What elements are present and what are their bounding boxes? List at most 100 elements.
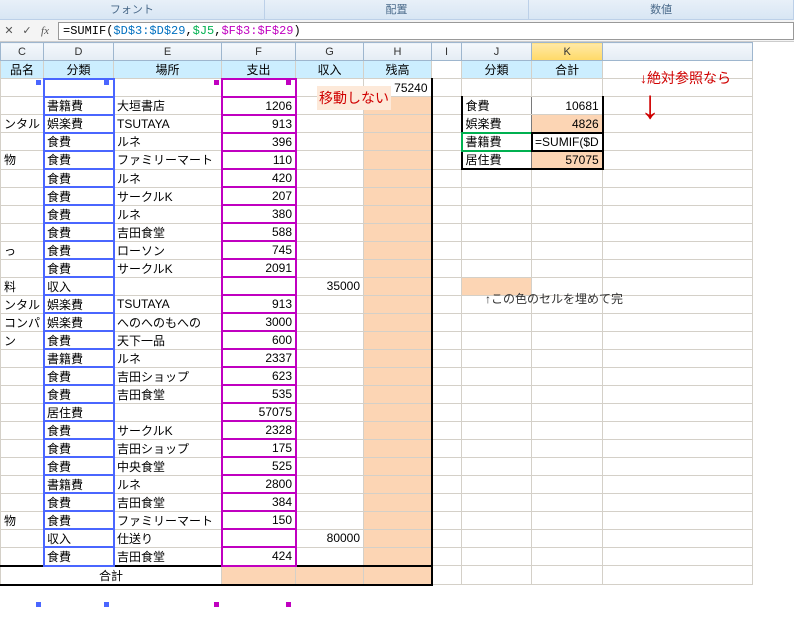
cell[interactable] (364, 349, 432, 367)
cell[interactable]: 2337 (222, 349, 296, 367)
cell[interactable] (1, 547, 44, 566)
cell[interactable]: 書籍費 (44, 475, 114, 493)
cell[interactable] (603, 493, 753, 511)
cell[interactable] (432, 529, 462, 547)
cell[interactable] (462, 493, 532, 511)
cell[interactable] (364, 367, 432, 385)
cell[interactable] (296, 259, 364, 277)
cell[interactable] (364, 205, 432, 223)
selection-handle-icon[interactable] (214, 80, 219, 85)
cell[interactable] (432, 475, 462, 493)
cell[interactable]: 物 (1, 511, 44, 529)
cell[interactable]: 吉田食堂 (114, 493, 222, 511)
cell[interactable] (222, 277, 296, 295)
total-cell[interactable] (222, 566, 296, 585)
cell[interactable]: 食費 (44, 169, 114, 187)
cell[interactable] (432, 277, 462, 295)
cell[interactable] (603, 457, 753, 475)
hdr-sum-category[interactable]: 分類 (462, 61, 532, 79)
hdr-income[interactable]: 収入 (296, 61, 364, 79)
cell[interactable]: 書籍費 (462, 133, 532, 151)
cell[interactable]: 娯楽費 (44, 313, 114, 331)
cell[interactable] (364, 187, 432, 205)
cell[interactable] (532, 205, 603, 223)
cell[interactable] (432, 385, 462, 403)
cell[interactable]: 食費 (44, 547, 114, 566)
cell[interactable]: 吉田ショップ (114, 439, 222, 457)
cell[interactable] (432, 566, 462, 585)
cell[interactable] (1, 421, 44, 439)
formula-cancel-icon[interactable]: ✕ (0, 24, 18, 37)
cell[interactable] (603, 349, 753, 367)
cell[interactable] (432, 439, 462, 457)
cell[interactable] (462, 511, 532, 529)
cell[interactable]: 吉田ショップ (114, 367, 222, 385)
cell[interactable]: ルネ (114, 349, 222, 367)
selection-handle-icon[interactable] (286, 602, 291, 607)
cell[interactable]: 娯楽費 (44, 295, 114, 313)
cell[interactable] (1, 385, 44, 403)
cell[interactable] (462, 79, 532, 97)
cell[interactable] (532, 259, 603, 277)
cell[interactable]: ン (1, 331, 44, 349)
cell[interactable]: 天下一品 (114, 331, 222, 349)
cell[interactable]: 食費 (44, 421, 114, 439)
cell[interactable]: 420 (222, 169, 296, 187)
cell[interactable] (532, 421, 603, 439)
cell[interactable] (296, 151, 364, 170)
cell[interactable] (603, 421, 753, 439)
selection-handle-icon[interactable] (286, 80, 291, 85)
cell[interactable] (462, 349, 532, 367)
cell[interactable]: ルネ (114, 205, 222, 223)
selection-handle-icon[interactable] (104, 602, 109, 607)
cell[interactable]: 10681 (532, 97, 603, 115)
cell[interactable] (1, 223, 44, 241)
cell[interactable] (603, 367, 753, 385)
cell[interactable]: 745 (222, 241, 296, 259)
cell[interactable]: 食費 (44, 367, 114, 385)
cell[interactable] (364, 475, 432, 493)
cell[interactable] (432, 241, 462, 259)
cell[interactable] (296, 241, 364, 259)
cell[interactable] (603, 511, 753, 529)
cell[interactable] (603, 385, 753, 403)
cell[interactable] (462, 566, 532, 585)
fx-icon[interactable]: fx (36, 25, 54, 37)
cell[interactable]: ルネ (114, 169, 222, 187)
formula-input[interactable]: =SUMIF( $D$3:$D$29 , $J5 , $F$3:$F$29 ) (58, 22, 794, 40)
col-header[interactable]: C (1, 43, 44, 61)
cell[interactable]: 384 (222, 493, 296, 511)
cell[interactable] (603, 295, 753, 313)
cell[interactable] (1, 187, 44, 205)
cell[interactable]: 収入 (44, 277, 114, 295)
cell[interactable] (532, 223, 603, 241)
cell[interactable] (432, 457, 462, 475)
cell[interactable] (1, 97, 44, 115)
cell[interactable] (1, 493, 44, 511)
hdr-item[interactable]: 品名 (1, 61, 44, 79)
cell[interactable]: 書籍費 (44, 349, 114, 367)
cell[interactable] (603, 566, 753, 585)
hdr-category[interactable]: 分類 (44, 61, 114, 79)
cell[interactable] (364, 277, 432, 295)
cell[interactable] (364, 493, 432, 511)
cell[interactable] (296, 475, 364, 493)
cell[interactable] (364, 403, 432, 421)
cell[interactable] (364, 547, 432, 566)
cell[interactable]: 57075 (222, 403, 296, 421)
cell[interactable] (296, 331, 364, 349)
cell[interactable] (603, 151, 753, 170)
cell[interactable]: 150 (222, 511, 296, 529)
cell[interactable]: コンパ (1, 313, 44, 331)
cell[interactable]: 4826 (532, 115, 603, 133)
total-label[interactable]: 合計 (1, 566, 222, 585)
cell[interactable]: 80000 (296, 529, 364, 547)
cell[interactable] (364, 151, 432, 170)
cell[interactable] (296, 367, 364, 385)
cell[interactable] (1, 439, 44, 457)
cell[interactable]: ルネ (114, 133, 222, 151)
cell[interactable]: 2091 (222, 259, 296, 277)
cell[interactable] (114, 403, 222, 421)
cell[interactable]: TSUTAYA (114, 115, 222, 133)
cell[interactable] (532, 79, 603, 97)
